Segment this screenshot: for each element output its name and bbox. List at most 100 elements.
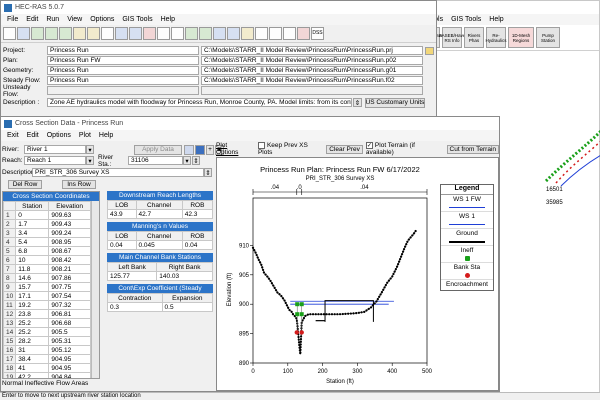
plot-terrain-box[interactable]: ✓ bbox=[365, 141, 373, 149]
expansion-value[interactable]: 0.5 bbox=[161, 302, 214, 312]
river-sta-dropdown-icon[interactable]: ▾ bbox=[183, 156, 191, 165]
plot-area[interactable]: Princess Run Plan: Princess Run FW 6/17/… bbox=[216, 157, 499, 391]
sta-up-icon[interactable]: ⇕ bbox=[192, 156, 200, 165]
xs-description-field[interactable]: PRI_STR_306 Survey XS bbox=[32, 168, 204, 177]
menu-help[interactable]: Help bbox=[157, 16, 179, 23]
xs-menu-help[interactable]: Help bbox=[95, 132, 117, 139]
plot-options-link[interactable]: Plot Options bbox=[216, 142, 251, 156]
project-folder-icon[interactable] bbox=[425, 46, 434, 55]
unsteady-flow-name-field[interactable] bbox=[47, 86, 199, 95]
elevation-cell[interactable]: 904.95 bbox=[48, 363, 91, 373]
menu-run[interactable]: Run bbox=[42, 16, 63, 23]
plan-path-field[interactable]: C:\Models\STARR_II Model Review\Princess… bbox=[201, 56, 423, 65]
sediment-icon[interactable] bbox=[87, 27, 100, 40]
elevation-cell[interactable]: 905.31 bbox=[48, 336, 91, 346]
unsteady-analysis-icon[interactable] bbox=[129, 27, 142, 40]
clear-prev-button[interactable]: Clear Prev bbox=[326, 144, 363, 154]
geometry-icon[interactable] bbox=[31, 27, 44, 40]
bg-tool-6[interactable]: 1D-Mesh Regions bbox=[508, 27, 534, 48]
add-icon[interactable]: + bbox=[206, 144, 214, 155]
summary-errors-icon[interactable] bbox=[297, 27, 310, 40]
station-cell[interactable]: 31 bbox=[15, 345, 50, 355]
xyz-plot-icon[interactable] bbox=[227, 27, 240, 40]
elevation-cell[interactable]: 904.84 bbox=[48, 372, 91, 378]
elevation-cell[interactable]: 908.67 bbox=[48, 246, 91, 256]
xs-desc-scroll[interactable]: ⇕ bbox=[204, 168, 212, 177]
menu-edit[interactable]: Edit bbox=[22, 16, 42, 23]
mn-lob-value[interactable]: 0.04 bbox=[107, 240, 137, 250]
bg-tool-3[interactable]: SASEB/Have RS Info bbox=[439, 27, 465, 48]
station-cell[interactable]: 38.4 bbox=[15, 354, 50, 364]
station-cell[interactable]: 14.6 bbox=[15, 273, 50, 283]
geometry-name-field[interactable]: Princess Run bbox=[47, 66, 199, 75]
profile-table-icon[interactable] bbox=[283, 27, 296, 40]
station-cell[interactable]: 25.2 bbox=[15, 318, 50, 328]
elevation-cell[interactable]: 908.95 bbox=[48, 237, 91, 247]
plot-terrain-checkbox[interactable]: ✓ Plot Terrain (if available) bbox=[365, 141, 444, 156]
description-scroll-button[interactable]: ⇕ bbox=[353, 98, 362, 107]
open-folder-icon[interactable] bbox=[3, 27, 16, 40]
station-cell[interactable]: 15.7 bbox=[15, 282, 50, 292]
river-dropdown-icon[interactable]: ▾ bbox=[86, 145, 94, 154]
elevation-cell[interactable]: 906.81 bbox=[48, 309, 91, 319]
bg-tool-7[interactable]: Pump Station bbox=[536, 27, 560, 48]
elevation-cell[interactable]: 909.24 bbox=[48, 228, 91, 238]
station-cell[interactable]: 28.2 bbox=[15, 336, 50, 346]
menu-gis-tools[interactable]: GIS Tools bbox=[118, 16, 156, 23]
bg-menu-gis[interactable]: GIS Tools bbox=[447, 16, 485, 23]
menu-view[interactable]: View bbox=[63, 16, 86, 23]
elevation-cell[interactable]: 908.42 bbox=[48, 255, 91, 265]
station-cell[interactable]: 25.2 bbox=[15, 327, 50, 337]
station-cell[interactable]: 6.8 bbox=[15, 246, 50, 256]
left-bank-value[interactable]: 125.77 bbox=[106, 271, 158, 281]
dss-icon[interactable]: DSS bbox=[311, 27, 324, 40]
ras-mapper-icon[interactable] bbox=[171, 27, 184, 40]
del-row-button[interactable]: Del Row bbox=[8, 180, 42, 189]
xs-tool-icon-1[interactable] bbox=[184, 144, 194, 155]
station-cell[interactable]: 1.7 bbox=[15, 219, 50, 229]
unsteady-flow-icon[interactable] bbox=[59, 27, 72, 40]
elevation-cell[interactable]: 905.5 bbox=[48, 327, 91, 337]
xs-menu-options[interactable]: Options bbox=[43, 132, 75, 139]
station-cell[interactable]: 3.4 bbox=[15, 228, 50, 238]
reach-select[interactable]: Reach 1 bbox=[24, 156, 86, 165]
station-cell[interactable]: 0 bbox=[15, 210, 50, 220]
elevation-cell[interactable]: 907.86 bbox=[48, 273, 91, 283]
coords-scrollbar[interactable] bbox=[91, 201, 99, 378]
rl-lob-value[interactable]: 43.9 bbox=[107, 209, 137, 219]
menu-options[interactable]: Options bbox=[86, 16, 118, 23]
station-cell[interactable]: 42.2 bbox=[15, 372, 50, 378]
elevation-cell[interactable]: 907.54 bbox=[48, 291, 91, 301]
steady-flow-name-field[interactable]: Princess Run bbox=[47, 76, 199, 85]
xs-menu-plot[interactable]: Plot bbox=[75, 132, 95, 139]
elevation-cell[interactable]: 908.21 bbox=[48, 264, 91, 274]
bg-menu-help[interactable]: Help bbox=[485, 16, 507, 23]
elevation-cell[interactable]: 909.43 bbox=[48, 219, 91, 229]
elevation-cell[interactable]: 905.12 bbox=[48, 345, 91, 355]
bg-tool-5[interactable]: Re-Hydraulics bbox=[486, 27, 507, 48]
water-quality-icon[interactable] bbox=[101, 27, 114, 40]
project-name-field[interactable]: Princess Run bbox=[47, 46, 199, 55]
station-cell[interactable]: 11.8 bbox=[15, 264, 50, 274]
river-select[interactable]: River 1 bbox=[24, 145, 86, 154]
elevation-cell[interactable]: 909.63 bbox=[48, 210, 91, 220]
station-cell[interactable]: 41 bbox=[15, 363, 50, 373]
elevation-cell[interactable]: 907.75 bbox=[48, 282, 91, 292]
xs-menu-edit[interactable]: Edit bbox=[23, 132, 43, 139]
rating-curve-icon[interactable] bbox=[213, 27, 226, 40]
steady-flow-path-field[interactable]: C:\Models\STARR_II Model Review\Princess… bbox=[201, 76, 423, 85]
stage-hydrograph-icon[interactable] bbox=[241, 27, 254, 40]
rl-rob-value[interactable]: 42.3 bbox=[181, 209, 214, 219]
steady-analysis-icon[interactable] bbox=[115, 27, 128, 40]
xs-table-icon[interactable] bbox=[269, 27, 282, 40]
station-cell[interactable]: 10 bbox=[15, 255, 50, 265]
xs-plot-icon[interactable] bbox=[185, 27, 198, 40]
contraction-value[interactable]: 0.3 bbox=[107, 302, 163, 312]
menu-file[interactable]: File bbox=[3, 16, 22, 23]
cut-terrain-button[interactable]: Cut from Terrain bbox=[446, 144, 499, 154]
right-bank-value[interactable]: 140.03 bbox=[156, 271, 213, 281]
xs-menu-exit[interactable]: Exit bbox=[3, 132, 23, 139]
unsteady-flow-path-field[interactable] bbox=[201, 86, 423, 95]
project-path-field[interactable]: C:\Models\STARR_II Model Review\Princess… bbox=[201, 46, 423, 55]
station-cell[interactable]: 19.2 bbox=[15, 300, 50, 310]
